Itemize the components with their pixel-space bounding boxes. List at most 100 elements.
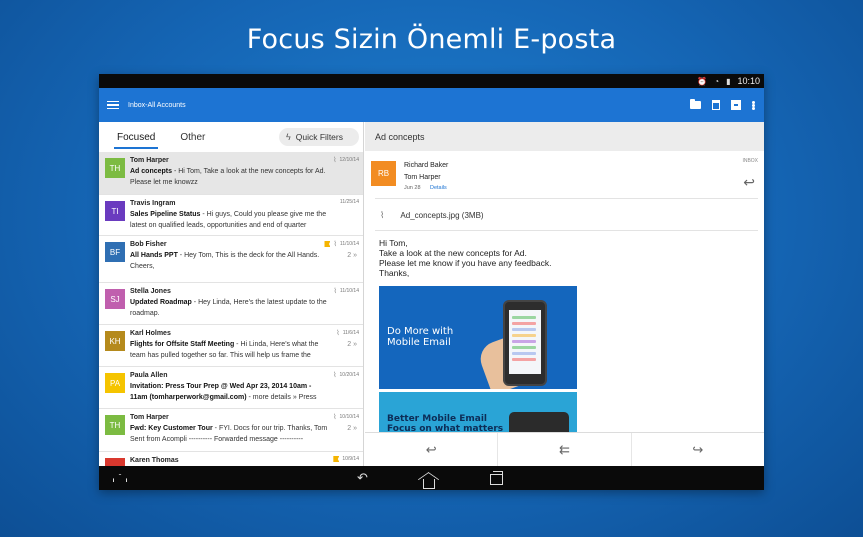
list-item[interactable]: BF Bob Fisher All Hands PPT - Hey Tom, Thi… [99,236,363,283]
reply-icon[interactable]: ↩ [365,433,499,466]
android-nav-bar: ↶ [99,466,764,490]
message-preview: Sales Pipeline Status - Hi guys, Could y… [130,210,330,231]
recipient-name: Tom Harper [404,174,441,181]
chevron-right-icon: » [351,425,357,432]
message-subject: Flights for Offsite Staff Meeting [130,341,235,348]
divider [375,198,758,199]
attachment-name: Ad_concepts.jpg [400,211,460,220]
sender-name: Richard Baker [404,162,449,169]
sender-name: Karen Thomas [130,457,179,464]
message-subject: Ad concepts [130,168,173,175]
account-title[interactable]: Inbox-All Accounts [128,102,186,109]
sender-name: Bob Fisher [130,241,167,248]
avatar: TH [105,158,125,178]
avatar: TH [105,415,125,435]
battery-icon: ▮ [726,76,731,86]
message-meta: ⌇ 11/10/14 [324,240,359,248]
body-line: Take a look at the new concepts for Ad. [379,248,527,258]
attachment-size: (3MB) [461,211,484,220]
sender-name: Karl Holmes [130,330,171,337]
thread-count: 2 » [347,425,357,432]
chevron-right-icon: » [351,252,357,259]
more-icon[interactable] [752,100,755,110]
message-meta: ⌇ 11/10/14 [333,287,359,295]
message-meta: ⌇ 11/6/14 [336,329,359,337]
folder-icon[interactable] [690,99,701,109]
sender-name: Travis Ingram [130,200,176,207]
message-meta: ⌇ 10/10/14 [333,413,359,421]
phone-illustration [503,300,547,386]
message-actions: ↩ ⇇ ↪ [365,432,764,466]
sender-name: Tom Harper [130,157,169,164]
reply-icon[interactable]: ↩ [743,174,755,191]
wifi-icon: ◔ [714,76,720,86]
message-list: Focused Other ϟ Quick Filters TH Tom Harp… [99,122,364,466]
attachment[interactable]: ⌇ Ad_concepts.jpg (3MB) [380,210,484,221]
headline: Focus Sizin Önemli E-posta [246,24,617,55]
trash-icon[interactable] [712,100,720,110]
message-preview: Flights for Offsite Staff Meeting - Hi L… [130,340,330,361]
message-date: 10/9/14 [342,456,359,462]
list-item[interactable]: PA Paula Allen Invitation: Press Tour Prep… [99,367,363,409]
message-snippet: - more details » Press [246,393,317,401]
divider [375,230,758,231]
message-date: 11/10/14 [339,241,359,247]
message-date: 10/10/14 [339,414,359,420]
reading-pane: Ad concepts RB Richard Baker Tom Harper … [365,122,764,466]
attachment-icon: ⌇ [333,157,337,164]
avatar: KH [105,331,125,351]
list-item[interactable]: TI Travis Ingram Sales Pipeline Status - H… [99,195,363,236]
message-date: Jun 28 [404,185,421,191]
back-icon[interactable]: ↶ [357,470,368,486]
body-line: Please let me know if you have any feedb… [379,258,552,268]
paperclip-icon: ⌇ [380,210,385,220]
message-preview: Ad concepts - Hi Tom, Take a look at the… [130,167,330,188]
details-link[interactable]: Details [430,185,447,191]
message-date: 10/20/14 [339,372,359,378]
flag-icon[interactable] [333,456,340,462]
message-date: 11/25/14 [339,199,359,205]
sender-name: Tom Harper [130,414,169,421]
list-item[interactable]: TH Tom Harper Ad concepts - Hi Tom, Take a… [99,152,363,195]
list-item[interactable]: SJ Stella Jones Updated Roadmap - Hey Lind… [99,283,363,325]
lightning-icon: ϟ [286,132,291,142]
tablet-screen: ⏰ ◔ ▮ 10:10 Inbox-All Accounts Focused O… [99,74,764,490]
reply-all-icon[interactable]: ⇇ [498,433,632,466]
attachment-icon: ⌇ [333,288,337,295]
quick-filters-label: Quick Filters [295,132,343,142]
promo-text: Mobile Email [387,337,451,348]
message-subject: Updated Roadmap [130,299,192,306]
ad-concept-image-1: Do More with Mobile Email [379,286,577,389]
clock: 10:10 [737,76,760,86]
menu-icon[interactable] [107,100,119,110]
quick-filters-button[interactable]: ϟ Quick Filters [279,128,359,146]
avatar: RB [371,161,396,186]
tab-other[interactable]: Other [180,132,205,143]
body-line: Thanks, [379,268,410,278]
list-item[interactable]: KH Karl Holmes Flights for Offsite Staff M… [99,325,363,367]
status-bar: ⏰ ◔ ▮ 10:10 [99,74,764,88]
message-meta: 10/9/14 [333,456,359,462]
message-date: 11/10/14 [339,288,359,294]
list-item[interactable]: Karen Thomas 10/9/14 [99,452,363,466]
avatar: SJ [105,289,125,309]
message-preview: Updated Roadmap - Hey Linda, Here's the … [130,298,330,319]
forward-icon[interactable]: ↪ [632,433,764,466]
archive-icon[interactable] [731,100,741,110]
message-date: 11/6/14 [342,330,359,336]
flag-icon[interactable] [324,241,331,247]
promo-text: Better Mobile Email [387,414,488,424]
message-meta: ⌇ 10/20/14 [333,371,359,379]
body-line: Hi Tom, [379,238,408,248]
attachment-icon: ⌇ [333,241,337,248]
message-meta: ⌇ 12/10/14 [333,156,359,164]
message-date: 12/10/14 [339,157,359,163]
app-bar: Inbox-All Accounts [99,88,764,122]
avatar: TI [105,201,125,221]
avatar: BF [105,242,125,262]
list-item[interactable]: TH Tom Harper Fwd: Key Customer Tour - FYI… [99,409,363,452]
thread-count: 2 » [347,341,357,348]
attachment-icon: ⌇ [333,372,337,379]
tab-focused[interactable]: Focused [113,132,159,149]
message-subject: Sales Pipeline Status [130,211,201,218]
